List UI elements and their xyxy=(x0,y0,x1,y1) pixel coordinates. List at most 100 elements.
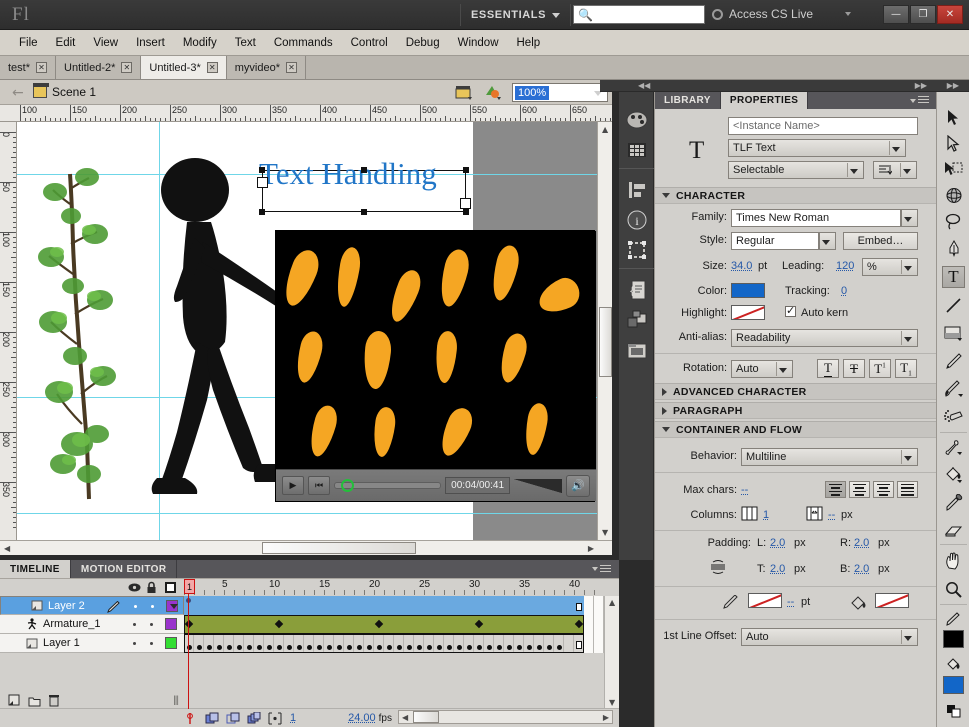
superscript-button[interactable]: T1 xyxy=(869,359,891,378)
timeline-frame-cell[interactable] xyxy=(384,634,394,653)
menu-insert[interactable]: Insert xyxy=(127,34,174,52)
library-icon[interactable] xyxy=(625,338,649,362)
font-style-dropdown[interactable] xyxy=(819,232,836,250)
container-and-flow-section-header[interactable]: CONTAINER AND FLOW xyxy=(655,421,937,438)
timeline-frame-row[interactable] xyxy=(184,634,604,653)
menu-file[interactable]: File xyxy=(10,34,47,52)
timeline-frame-cell[interactable] xyxy=(344,634,354,653)
components-icon[interactable] xyxy=(625,308,649,332)
scroll-down-icon[interactable]: ▼ xyxy=(609,698,615,707)
keyframe-marker[interactable] xyxy=(337,645,342,650)
scroll-left-icon[interactable]: ◀ xyxy=(4,544,10,553)
transform-handle[interactable] xyxy=(361,209,367,215)
text-color-swatch[interactable] xyxy=(731,283,765,298)
timeline-frame-cell[interactable] xyxy=(424,596,434,615)
lock-icon[interactable] xyxy=(146,581,157,594)
layer-lock-toggle[interactable] xyxy=(150,642,153,645)
timeline-frame-cell[interactable] xyxy=(394,615,404,634)
selectability-select[interactable]: Selectable xyxy=(728,161,864,179)
max-chars-value[interactable]: -- xyxy=(741,484,748,496)
keyframe-marker[interactable] xyxy=(447,645,452,650)
timeline-layer-row[interactable]: Layer 2 xyxy=(0,596,184,615)
keyframe-marker[interactable] xyxy=(407,645,412,650)
keyframe-marker[interactable] xyxy=(227,645,232,650)
keyframe-marker[interactable] xyxy=(497,645,502,650)
transform-handle[interactable] xyxy=(259,209,265,215)
layer-name[interactable]: Layer 1 xyxy=(43,637,80,649)
timeline-frame-cell[interactable] xyxy=(504,596,514,615)
leading-unit-select[interactable]: % xyxy=(862,258,918,276)
leading-value[interactable]: 120 xyxy=(836,260,854,272)
auto-kern-checkbox[interactable] xyxy=(785,306,796,317)
timeline-frame-cell[interactable] xyxy=(274,596,284,615)
eye-icon[interactable] xyxy=(128,582,141,593)
edit-symbols-icon[interactable] xyxy=(484,84,502,100)
keyframe-marker[interactable] xyxy=(247,645,252,650)
stage-vertical-scrollbar[interactable]: ▲ ▼ xyxy=(597,122,612,540)
timeline-frame-cell[interactable] xyxy=(484,596,494,615)
timeline-frame-cell[interactable] xyxy=(564,634,574,653)
padding-top-value[interactable]: 2.0 xyxy=(770,563,785,575)
menu-debug[interactable]: Debug xyxy=(397,34,449,52)
timeline-frame-cell[interactable] xyxy=(514,634,524,653)
timeline-tab[interactable]: TIMELINE xyxy=(0,560,71,578)
timeline-frame-cell[interactable] xyxy=(294,634,304,653)
timeline-frame-cell[interactable] xyxy=(514,596,524,615)
timeline-frame-cell[interactable] xyxy=(194,634,204,653)
menu-control[interactable]: Control xyxy=(342,34,397,52)
timeline-frame-cell[interactable] xyxy=(254,596,264,615)
keyframe-marker[interactable] xyxy=(427,645,432,650)
timeline-frame-cell[interactable] xyxy=(454,596,464,615)
timeline-vertical-scrollbar[interactable]: ▲ ▼ xyxy=(604,596,619,709)
keyframe-marker[interactable] xyxy=(477,645,482,650)
expand-right-icon[interactable]: ▶▶ xyxy=(915,81,927,90)
tracking-value[interactable]: 0 xyxy=(841,285,847,297)
column-gutter-value[interactable]: -- xyxy=(828,509,835,521)
new-layer-icon[interactable] xyxy=(8,694,21,707)
brush-tool[interactable] xyxy=(942,378,965,400)
timeline-frame-cell[interactable] xyxy=(284,634,294,653)
edit-scene-icon[interactable] xyxy=(455,84,473,100)
container-stroke-swatch[interactable] xyxy=(748,593,782,608)
layer-outline-color[interactable] xyxy=(166,600,178,612)
transform-handle[interactable] xyxy=(463,167,469,173)
keyframe-marker[interactable] xyxy=(207,645,212,650)
timeline-frame-cell[interactable] xyxy=(234,596,244,615)
timeline-frame-cell[interactable] xyxy=(324,596,334,615)
menu-text[interactable]: Text xyxy=(226,34,265,52)
timeline-frame-cell[interactable] xyxy=(364,634,374,653)
timeline-frame-cell[interactable] xyxy=(184,634,194,653)
keyframe-marker[interactable] xyxy=(257,645,262,650)
scroll-thumb[interactable] xyxy=(599,307,612,377)
menu-help[interactable]: Help xyxy=(508,34,550,52)
timeline-frame-cell[interactable] xyxy=(314,596,324,615)
timeline-frame-cell[interactable] xyxy=(244,596,254,615)
timeline-frame-cell[interactable] xyxy=(534,615,544,634)
columns-value[interactable]: 1 xyxy=(763,509,769,521)
stage[interactable]: ▶ ⏮ 00:04/00:41 🔊 Text Handling xyxy=(17,122,597,540)
document-tab[interactable]: Untitled-3* ✕ xyxy=(141,56,226,79)
timeline-frame-cell[interactable] xyxy=(304,634,314,653)
keyframe-marker[interactable] xyxy=(267,645,272,650)
timeline-frame-cell[interactable] xyxy=(374,634,384,653)
timeline-frame-cell[interactable] xyxy=(194,596,204,615)
keyframe-marker[interactable] xyxy=(467,645,472,650)
eyedropper-tool[interactable] xyxy=(942,492,965,514)
timeline-frame-cell[interactable] xyxy=(284,615,294,634)
keyframe-marker[interactable] xyxy=(317,645,322,650)
timeline-layer-row[interactable]: Layer 1 xyxy=(0,634,184,653)
timeline-frame-cell[interactable] xyxy=(324,634,334,653)
rectangle-tool[interactable] xyxy=(942,322,965,344)
container-fill-swatch[interactable] xyxy=(875,593,909,608)
timeline-frame-cell[interactable] xyxy=(254,615,264,634)
timeline-frame-cell[interactable] xyxy=(264,596,274,615)
paragraph-section-header[interactable]: PARAGRAPH xyxy=(655,402,937,419)
timeline-horizontal-scrollbar[interactable]: ◀ ▶ xyxy=(398,710,613,724)
eraser-tool[interactable] xyxy=(942,520,965,542)
behavior-select[interactable]: Multiline xyxy=(741,448,918,466)
align-justify-button[interactable] xyxy=(897,481,918,498)
timeline-layer-row[interactable]: Armature_1 xyxy=(0,615,184,634)
timeline-frame-cell[interactable] xyxy=(584,634,594,653)
keyframe-marker[interactable] xyxy=(327,645,332,650)
layer-lock-toggle[interactable] xyxy=(151,605,154,608)
